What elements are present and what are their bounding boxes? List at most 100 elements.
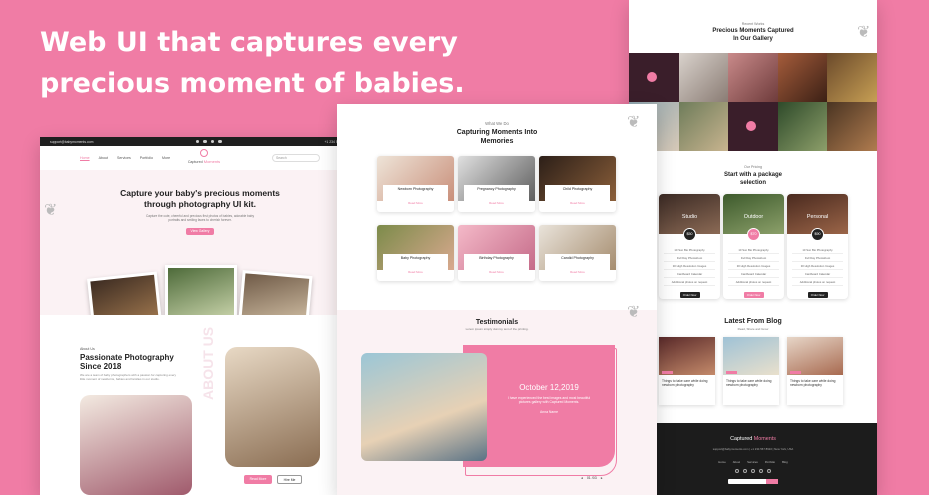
package-feature: 10 Son Bio Photography	[728, 246, 779, 254]
package-feature: Full Day Photoshoot	[728, 254, 779, 262]
pricing-card-outdoor: Outdoor $70 10 Son Bio Photography Full …	[723, 194, 784, 299]
hire-me-button[interactable]: Hire Me	[277, 475, 302, 484]
blog-card[interactable]: Things to take care while doing newborn …	[787, 337, 843, 405]
order-now-button[interactable]: Order Now	[743, 292, 764, 298]
service-card-pregnancy[interactable]: Pregnancy Photography Read More	[458, 156, 535, 212]
footer-brand-accent: Moments	[753, 436, 776, 442]
headline-line-1: Web UI that captures every	[40, 27, 458, 58]
nav-home[interactable]: Home	[80, 156, 90, 160]
footer-link-home[interactable]: Home	[718, 460, 725, 464]
blog-post-title[interactable]: Things to take care while doing newborn …	[787, 375, 843, 387]
facebook-icon[interactable]	[195, 139, 200, 144]
service-read-more-link[interactable]: Read More	[570, 270, 585, 274]
service-read-more-link[interactable]: Read More	[489, 270, 504, 274]
camera-logo-icon	[200, 149, 208, 157]
testimonials-title: Testimonials	[475, 319, 519, 326]
gallery-item[interactable]	[777, 102, 828, 151]
package-name: Outdoor	[743, 214, 764, 220]
package-feature: 30 High Resolution Images	[792, 262, 843, 270]
hero-text: Capture the cute, cheerful and precious …	[145, 214, 255, 222]
service-card-birthday[interactable]: Birthday Photography Read More	[458, 225, 535, 281]
gallery-item[interactable]	[678, 53, 729, 102]
service-read-more-link[interactable]: Read More	[408, 270, 423, 274]
package-feature: Full Day Photoshoot	[792, 254, 843, 262]
package-feature: Cardboard Calendar	[792, 270, 843, 278]
topbar-email[interactable]: support@babymoments.com	[50, 140, 93, 144]
blog-post-title[interactable]: Things to take care while doing newborn …	[659, 375, 715, 387]
package-feature: Full Day Photoshoot	[664, 254, 715, 262]
nav-more[interactable]: More	[162, 156, 170, 160]
gallery-item[interactable]	[678, 102, 729, 151]
pager-count: 01 /03	[586, 476, 597, 480]
service-card-newborn[interactable]: Newborn Photography Read More	[377, 156, 454, 212]
footer-link-about[interactable]: About	[733, 460, 740, 464]
headline: Web UI that captures every precious mome…	[40, 22, 500, 104]
subscribe-button[interactable]	[766, 479, 778, 484]
package-feature: 10 Son Bio Photography	[664, 246, 715, 254]
footer-brand-prefix: Captured	[730, 436, 753, 442]
read-more-button[interactable]: Read More	[244, 475, 272, 484]
about-title-line-1: Passionate Photography	[80, 353, 174, 362]
twitter-icon[interactable]	[743, 469, 747, 473]
about-subtitle: About Us	[80, 347, 95, 351]
footer-link-services[interactable]: Services	[747, 460, 758, 464]
gallery-pricing-mockup: Recent Works Precious Moments Captured I…	[629, 0, 877, 495]
service-name: Newborn Photography	[397, 187, 434, 191]
testimonials-subtitle: Lorem ipsum simply dummy text of the pri…	[465, 327, 529, 331]
facebook-icon[interactable]	[735, 469, 739, 473]
gallery-title-line-2: In Our Gallery	[733, 35, 773, 42]
hero-section: Capture your baby's precious moments thro…	[40, 170, 360, 339]
homepage-mockup: support@babymoments.com +1 234 567 8910 …	[40, 137, 360, 495]
package-feature: 10 Son Bio Photography	[792, 246, 843, 254]
chevron-left-icon[interactable]: ◂	[581, 476, 583, 480]
gallery-item[interactable]	[827, 53, 877, 102]
footer-link-blog[interactable]: Blog	[782, 460, 788, 464]
instagram-icon[interactable]	[210, 139, 215, 144]
newsletter-input[interactable]	[728, 479, 778, 484]
service-read-more-link[interactable]: Read More	[408, 201, 423, 205]
site-logo[interactable]: Captured Moments	[182, 149, 226, 164]
about-photo-flowers	[225, 347, 320, 467]
top-bar: support@babymoments.com +1 234 567 8910	[40, 137, 360, 146]
nav-portfolio[interactable]: Portfolio	[140, 156, 153, 160]
footer-social-icons	[629, 469, 877, 473]
instagram-icon[interactable]	[751, 469, 755, 473]
blog-card[interactable]: Things to take care while doing newborn …	[723, 337, 779, 405]
chevron-right-icon[interactable]: ▸	[601, 476, 603, 480]
nav-services[interactable]: Services	[117, 156, 131, 160]
order-now-button[interactable]: Order Now	[679, 292, 700, 298]
gallery-item[interactable]	[728, 102, 778, 151]
pinterest-icon[interactable]	[218, 139, 222, 144]
service-card-child[interactable]: Child Photography Read More	[539, 156, 616, 212]
nav-about[interactable]: About	[99, 156, 108, 160]
main-nav: Home About Services Portfolio More Captu…	[40, 146, 360, 170]
services-title-line-2: Memories	[480, 138, 514, 145]
gallery-item[interactable]	[827, 102, 877, 151]
footer-menu: Home About Services Portfolio Blog	[629, 460, 877, 464]
package-price: $90	[811, 228, 824, 241]
service-card-candid[interactable]: Candid Photography Read More	[539, 225, 616, 281]
footer-link-portfolio[interactable]: Portfolio	[765, 460, 775, 464]
gallery-item[interactable]	[728, 53, 778, 102]
logo-accent: Moments	[203, 159, 221, 164]
pricing-card-personal: Personal $90 10 Son Bio Photography Full…	[787, 194, 848, 299]
testimonial-date: October 12,2019	[519, 383, 579, 392]
pricing-subtitle: Our Pricing	[744, 165, 762, 169]
youtube-icon[interactable]	[767, 469, 771, 473]
service-read-more-link[interactable]: Read More	[489, 201, 504, 205]
twitter-icon[interactable]	[203, 139, 207, 144]
blog-post-title[interactable]: Things to take care while doing newborn …	[723, 375, 779, 387]
blog-card[interactable]: Things to take care while doing newborn …	[659, 337, 715, 405]
gallery-item[interactable]	[777, 53, 828, 102]
logo-prefix: Captured	[187, 160, 203, 164]
view-gallery-button[interactable]: View Gallery	[186, 228, 214, 235]
pinterest-icon[interactable]	[759, 469, 763, 473]
package-feature: Cardboard Calendar	[728, 270, 779, 278]
testimonials-section: Testimonials Lorem ipsum simply dummy te…	[337, 304, 657, 495]
gallery-item[interactable]	[629, 53, 679, 102]
service-read-more-link[interactable]: Read More	[570, 201, 585, 205]
service-card-baby[interactable]: Baby Photography Read More	[377, 225, 454, 281]
order-now-button[interactable]: Order Now	[807, 292, 828, 298]
social-icons	[195, 139, 222, 144]
search-input[interactable]: Search	[272, 154, 320, 162]
